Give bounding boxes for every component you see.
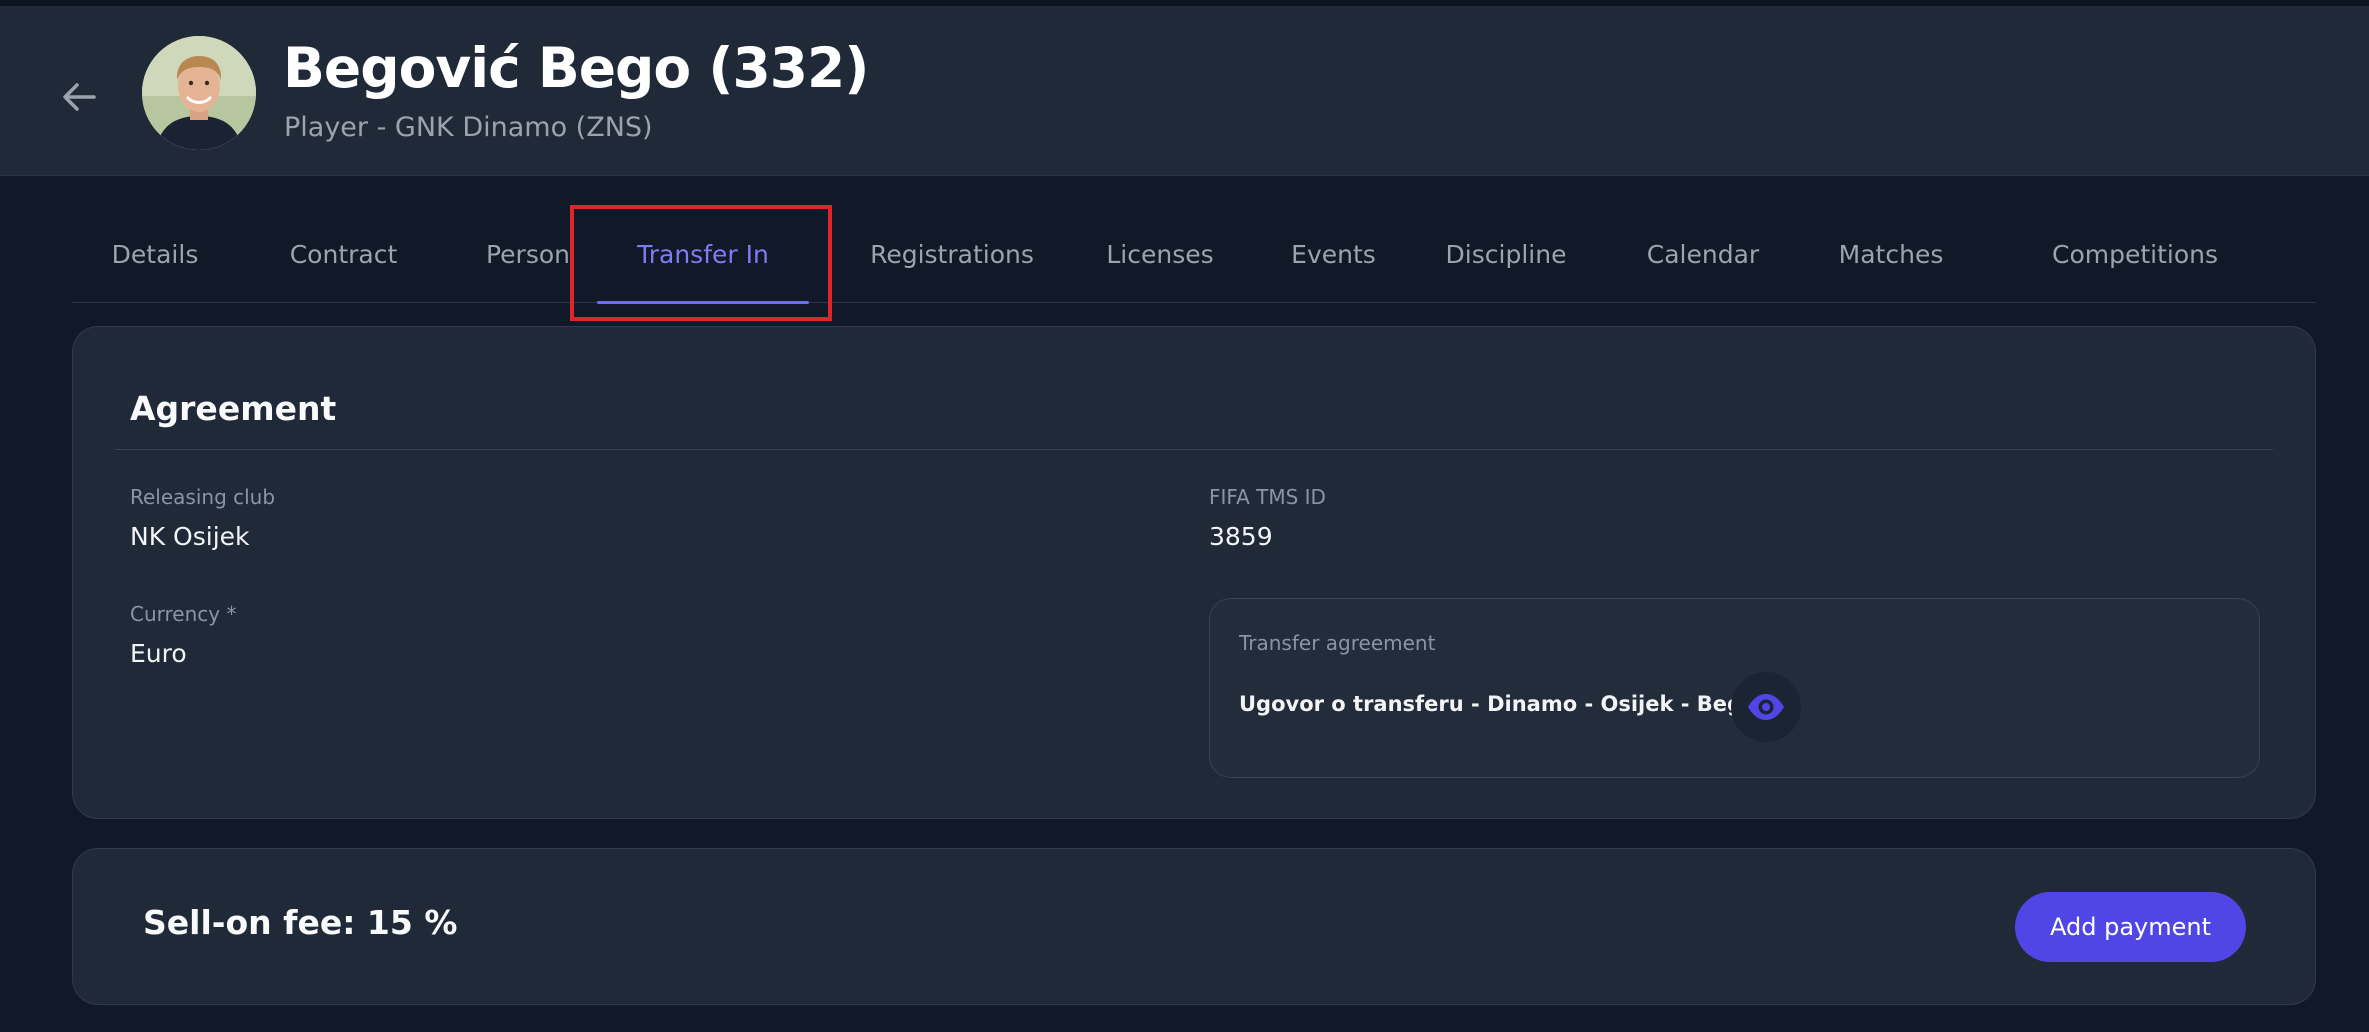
fifa-tms-value: 3859 [1209,522,1273,551]
tab-discipline[interactable]: Discipline [1435,205,1577,303]
agreement-card: Agreement Releasing club NK Osijek FIFA … [72,326,2316,819]
sell-on-fee-text: Sell-on fee: 15 % [143,903,458,942]
fifa-tms-label: FIFA TMS ID [1209,485,1326,509]
add-payment-button[interactable]: Add payment [2015,892,2246,962]
avatar [142,36,256,150]
currency-value: Euro [130,639,187,668]
tab-contract[interactable]: Contract [281,205,406,303]
tab-matches[interactable]: Matches [1825,205,1957,303]
tab-transfer-in[interactable]: Transfer In [597,205,809,304]
tab-calendar[interactable]: Calendar [1633,205,1773,303]
tab-registrations[interactable]: Registrations [852,205,1052,303]
tab-events[interactable]: Events [1271,205,1396,303]
back-button[interactable] [54,72,104,122]
releasing-club-value: NK Osijek [130,522,250,551]
tab-details[interactable]: Details [112,205,199,303]
page-title: Begović Bego (332) [283,36,869,100]
tab-bar: Details Contract Person Transfer In Regi… [72,205,2316,304]
tab-competitions[interactable]: Competitions [2025,205,2245,303]
sell-on-fee-card: Sell-on fee: 15 % Add payment [72,848,2316,1005]
divider [115,449,2273,450]
currency-label: Currency * [130,602,237,626]
view-document-button[interactable] [1731,672,1801,742]
arrow-left-icon [63,83,96,111]
transfer-agreement-label: Transfer agreement [1239,631,1436,655]
agreement-title: Agreement [130,389,337,428]
page-subtitle: Player - GNK Dinamo (ZNS) [284,112,653,143]
transfer-agreement-filename: Ugovor o transferu - Dinamo - Osijek - B… [1239,692,1790,716]
tab-licenses[interactable]: Licenses [1088,205,1232,303]
page-header: Begović Bego (332) Player - GNK Dinamo (… [0,6,2369,176]
eye-icon [1748,694,1784,720]
tab-person[interactable]: Person [470,205,586,303]
releasing-club-label: Releasing club [130,485,276,509]
transfer-agreement-box: Transfer agreement Ugovor o transferu - … [1209,598,2260,778]
